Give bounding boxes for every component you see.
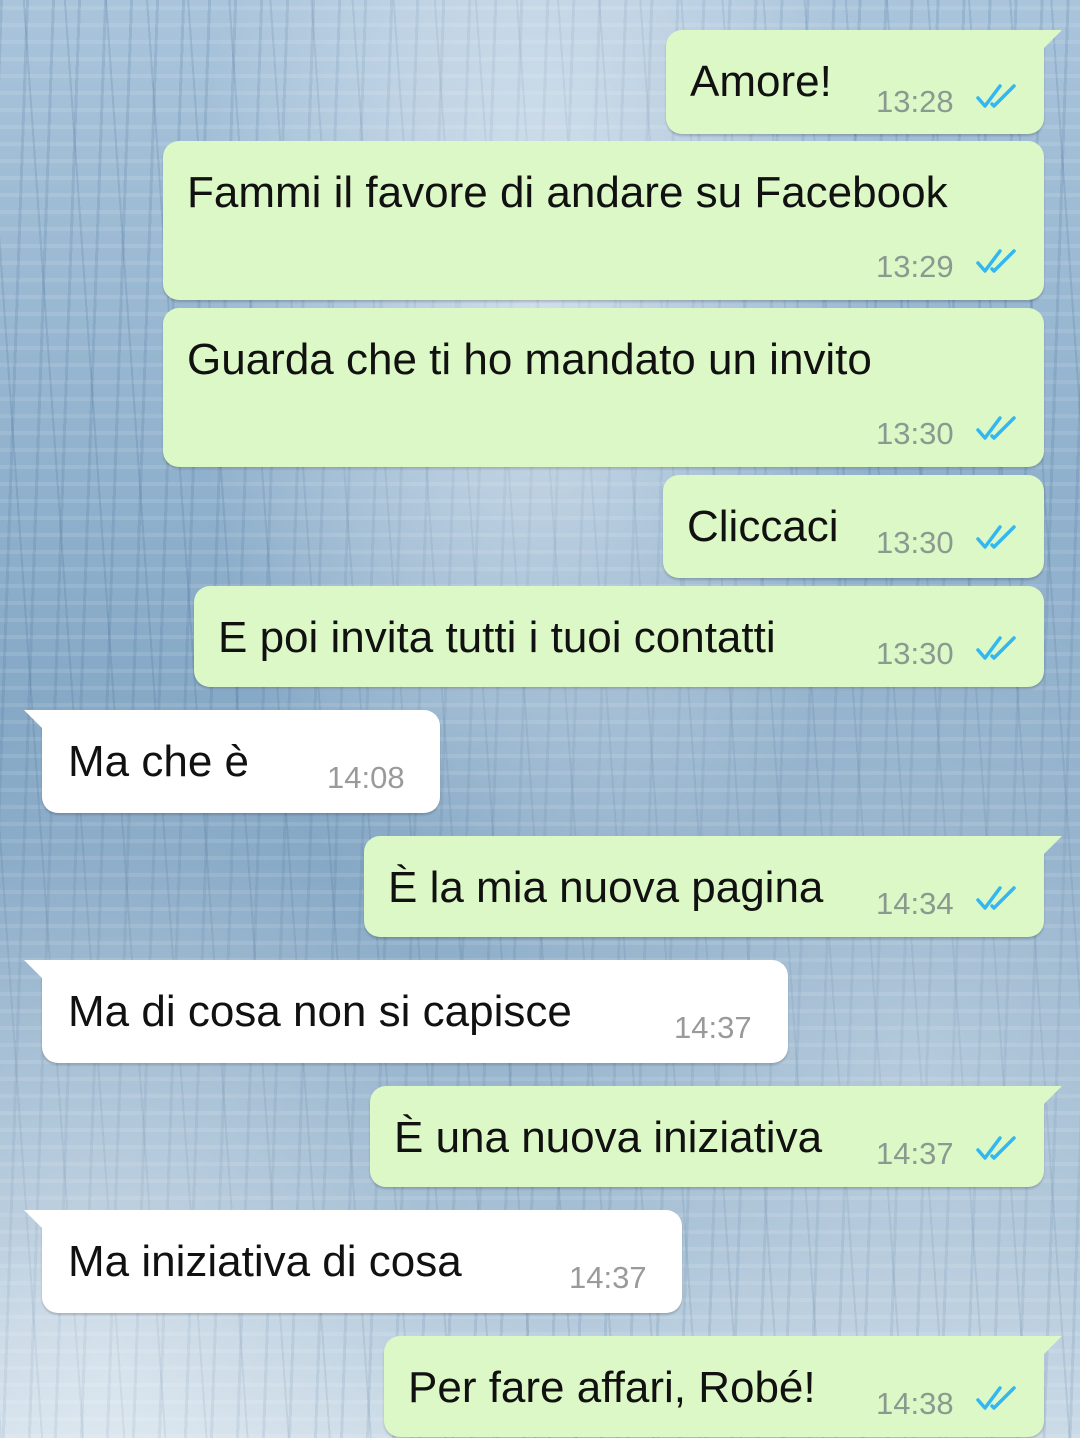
- message-text: E poi invita tutti i tuoi contatti: [218, 613, 776, 662]
- message-time: 14:38: [876, 1386, 954, 1421]
- outgoing-message-bubble[interactable]: Guarda che ti ho mandato un invito 13:30: [163, 308, 1044, 467]
- message-text: Guarda che ti ho mandato un invito: [187, 335, 872, 384]
- message-text: È la mia nuova pagina: [388, 863, 824, 912]
- message-text: È una nuova iniziativa: [394, 1113, 823, 1162]
- message-text: Ma iniziativa di cosa: [68, 1237, 462, 1286]
- outgoing-message-bubble[interactable]: È una nuova iniziativa 14:37: [370, 1086, 1062, 1187]
- incoming-message-bubble[interactable]: Ma di cosa non si capisce 14:37: [24, 960, 788, 1063]
- message-time: 13:28: [876, 84, 954, 119]
- message-time: 13:30: [876, 416, 954, 451]
- read-double-check-icon: [976, 249, 1016, 273]
- message-text: Cliccaci: [687, 502, 839, 551]
- read-double-check-icon: [976, 636, 1016, 660]
- outgoing-message-bubble[interactable]: Amore! 13:28: [666, 30, 1062, 134]
- read-double-check-icon: [976, 525, 1016, 549]
- outgoing-message-bubble[interactable]: Fammi il favore di andare su Facebook 13…: [163, 141, 1044, 300]
- message-time: 13:30: [876, 636, 954, 671]
- message-text: Amore!: [690, 57, 832, 106]
- message-time: 13:30: [876, 525, 954, 560]
- read-double-check-icon: [976, 84, 1016, 108]
- message-time: 14:37: [876, 1136, 954, 1171]
- message-time: 14:34: [876, 886, 954, 921]
- chat-message-list[interactable]: Amore! 13:28 Fammi il favore di andare s…: [0, 0, 1080, 1438]
- read-double-check-icon: [976, 416, 1016, 440]
- message-text: Ma che è: [68, 737, 249, 786]
- message-time: 14:37: [674, 1010, 752, 1045]
- outgoing-message-bubble[interactable]: E poi invita tutti i tuoi contatti 13:30: [194, 586, 1044, 687]
- read-double-check-icon: [976, 886, 1016, 910]
- read-double-check-icon: [976, 1386, 1016, 1410]
- message-time: 13:29: [876, 249, 954, 284]
- incoming-message-bubble[interactable]: Ma che è 14:08: [24, 710, 440, 813]
- message-text: Fammi il favore di andare su Facebook: [187, 168, 948, 217]
- read-double-check-icon: [976, 1136, 1016, 1160]
- message-time: 14:08: [327, 760, 405, 795]
- outgoing-message-bubble[interactable]: È la mia nuova pagina 14:34: [364, 836, 1062, 937]
- incoming-message-bubble[interactable]: Ma iniziativa di cosa 14:37: [24, 1210, 682, 1313]
- outgoing-message-bubble[interactable]: Cliccaci 13:30: [663, 475, 1044, 578]
- outgoing-message-bubble[interactable]: Per fare affari, Robé! 14:38: [384, 1336, 1062, 1437]
- message-time: 14:37: [569, 1260, 647, 1295]
- message-text: Ma di cosa non si capisce: [68, 987, 572, 1036]
- message-text: Per fare affari, Robé!: [408, 1363, 816, 1412]
